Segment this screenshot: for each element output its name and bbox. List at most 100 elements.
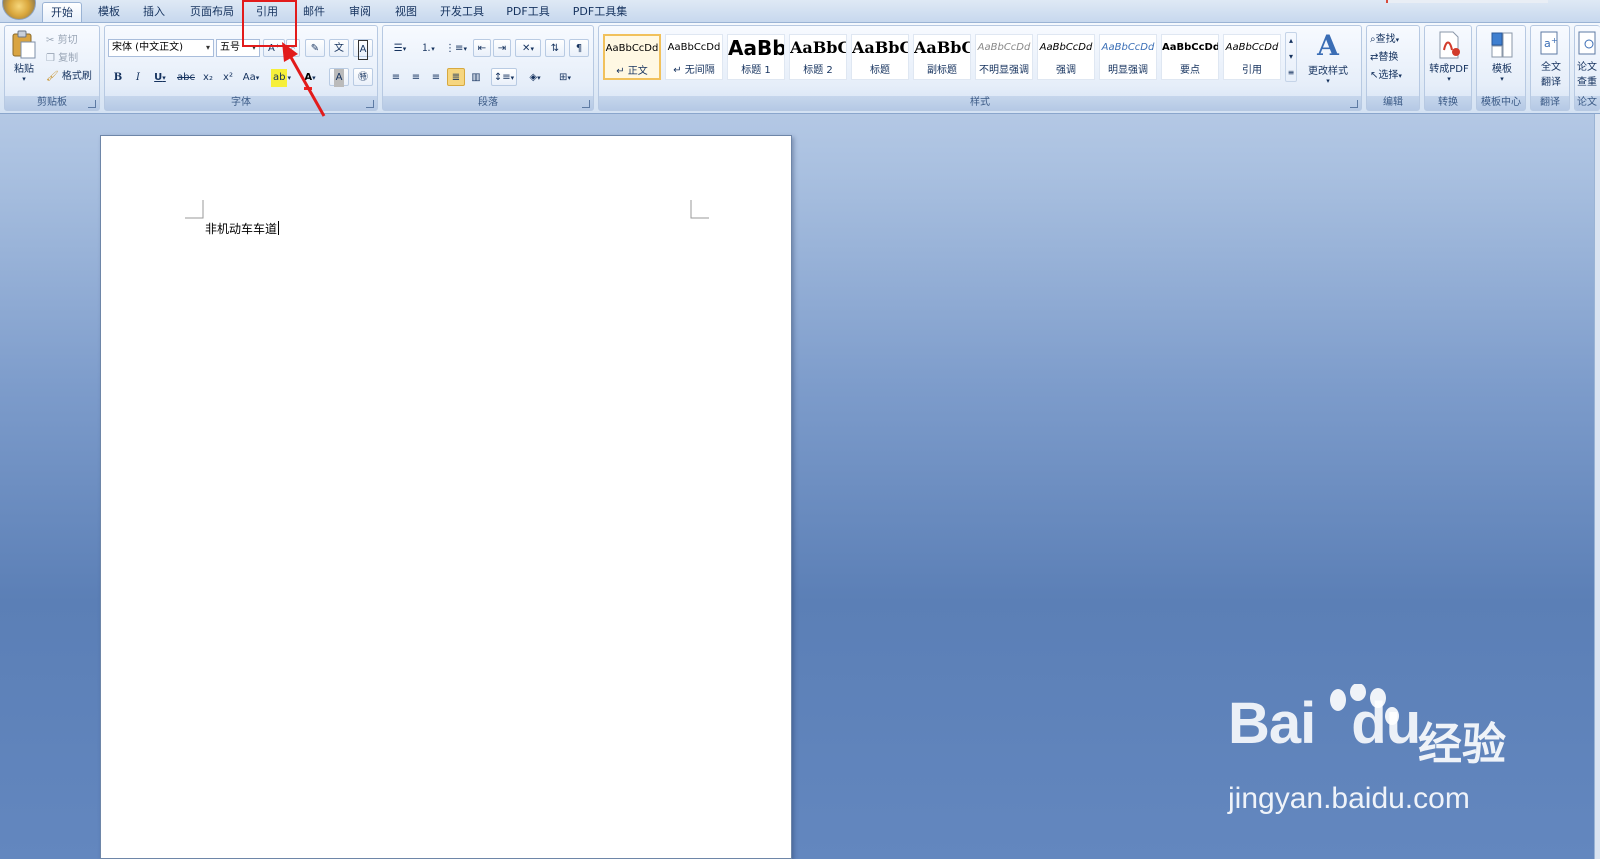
multilevel-list-button[interactable]: ⋮≡▾	[443, 39, 469, 57]
paper-check-button[interactable]: 论文 查重	[1577, 30, 1600, 88]
template-button[interactable]: 模板 ▾	[1479, 30, 1525, 83]
style-strong[interactable]: AaBbCcDd 要点	[1161, 34, 1219, 80]
baidu-watermark-jingyan: 经验	[1418, 719, 1506, 770]
line-spacing-button[interactable]: ↕≡▾	[491, 68, 517, 86]
tab-template[interactable]: 模板	[92, 2, 126, 22]
chevron-up-icon: ▴	[1288, 36, 1293, 45]
paper-label-line2: 查重	[1577, 77, 1597, 88]
document-body-text[interactable]: 非机动车车道	[205, 220, 280, 237]
copy-button[interactable]: ❐ 复制	[45, 49, 95, 67]
align-center-button[interactable]: ≡	[407, 68, 425, 86]
svg-text:a: a	[1544, 37, 1551, 50]
chinese-layout-button[interactable]: ✕▾	[515, 39, 541, 57]
select-button[interactable]: ↖选择▾	[1369, 66, 1419, 84]
cut-label: 剪切	[57, 35, 78, 46]
chevron-down-icon: ▾	[1288, 52, 1293, 61]
decrease-indent-button[interactable]: ⇤	[473, 39, 491, 57]
superscript-button[interactable]: x²	[219, 68, 237, 86]
tab-mailings[interactable]: 邮件	[297, 2, 331, 22]
font-size-value: 五号	[220, 42, 240, 53]
style-subtitle[interactable]: AaBbC 副标题	[913, 34, 971, 80]
distributed-button[interactable]: ▥	[467, 68, 485, 86]
paragraph-dialog-launcher[interactable]	[582, 100, 590, 108]
bullets-button[interactable]: ☰▾	[387, 39, 413, 57]
change-styles-button[interactable]: A 更改样式 ▾	[1299, 30, 1357, 86]
convert-to-pdf-label: 转成PDF	[1429, 64, 1469, 75]
strikethrough-icon: abc	[177, 72, 195, 83]
tab-view[interactable]: 视图	[389, 2, 423, 22]
style-name: 引用	[1242, 65, 1262, 76]
paste-button[interactable]: 粘贴 ▾	[9, 30, 39, 83]
cut-button[interactable]: ✂ 剪切	[45, 31, 95, 49]
clipboard-dialog-launcher[interactable]	[88, 100, 96, 108]
tab-review[interactable]: 审阅	[343, 2, 377, 22]
style-preview: AaBbCcDd	[1039, 42, 1093, 53]
tab-pdf-toolset[interactable]: PDF工具集	[568, 2, 632, 22]
change-case-icon: Aa	[242, 72, 256, 83]
vertical-scrollbar[interactable]	[1594, 114, 1600, 859]
title-strip	[1388, 0, 1548, 3]
distribute-icon: ▥	[471, 72, 481, 83]
group-label-template-center: 模板中心	[1477, 96, 1525, 110]
italic-button[interactable]: I	[129, 68, 147, 86]
document-page[interactable]: 非机动车车道	[100, 135, 792, 859]
style-quote[interactable]: AaBbCcDd 引用	[1223, 34, 1281, 80]
style-intense-emphasis[interactable]: AaBbCcDd 明显强调	[1099, 34, 1157, 80]
full-text-translate-button[interactable]: a + 全文 翻译	[1532, 30, 1570, 88]
group-styles: AaBbCcDd ↵ 正文 AaBbCcDd ↵ 无间隔 AaBb 标题 1 A…	[598, 25, 1362, 111]
tab-developer[interactable]: 开发工具	[436, 2, 488, 22]
font-dialog-launcher[interactable]	[366, 100, 374, 108]
select-label: 选择	[1378, 70, 1399, 81]
shading-button[interactable]: ◈▾	[521, 68, 549, 86]
strikethrough-button[interactable]: abc	[175, 68, 197, 86]
change-case-button[interactable]: Aa▾	[239, 68, 263, 86]
format-painter-button[interactable]: 🖌 格式刷	[45, 67, 99, 85]
style-name: 不明显强调	[979, 65, 1029, 76]
tab-home[interactable]: 开始	[42, 2, 82, 22]
style-preview: AaBbC	[914, 38, 971, 57]
sort-button[interactable]: ⇅	[545, 39, 565, 57]
subscript-button[interactable]: x₂	[199, 68, 217, 86]
style-no-spacing[interactable]: AaBbCcDd ↵ 无间隔	[665, 34, 723, 80]
style-name: 标题 2	[803, 65, 833, 76]
style-heading-1[interactable]: AaBb 标题 1	[727, 34, 785, 80]
style-name: ↵ 无间隔	[673, 65, 715, 76]
font-name-select[interactable]: 宋体 (中文正文) ▾	[108, 39, 214, 57]
underline-button[interactable]: U▾	[149, 68, 171, 86]
show-marks-button[interactable]: ¶	[569, 39, 589, 57]
style-subtle-emphasis[interactable]: AaBbCcDd 不明显强调	[975, 34, 1033, 80]
borders-button[interactable]: ⊞▾	[551, 68, 579, 86]
align-right-icon: ≡	[431, 72, 441, 83]
tab-page-layout[interactable]: 页面布局	[186, 2, 238, 22]
style-preview: AaBbCcDd	[605, 43, 659, 54]
style-name: 标题 1	[741, 65, 771, 76]
find-label: 查找	[1375, 34, 1396, 45]
style-heading-2[interactable]: AaBbC 标题 2	[789, 34, 847, 80]
style-title[interactable]: AaBbC 标题	[851, 34, 909, 80]
style-preview: AaBbCcDd	[1101, 42, 1155, 53]
increase-indent-button[interactable]: ⇥	[493, 39, 511, 57]
styles-gallery-scroll[interactable]: ▴ ▾ ≡	[1285, 32, 1297, 82]
tab-insert[interactable]: 插入	[137, 2, 171, 22]
style-preview: AaBbCcDd	[1162, 42, 1219, 53]
document-paragraph: 非机动车车道	[205, 222, 278, 236]
tab-pdf-tools[interactable]: PDF工具	[502, 2, 554, 22]
bold-button[interactable]: B	[109, 68, 127, 86]
indent-icon: ⇥	[497, 43, 507, 54]
styles-dialog-launcher[interactable]	[1350, 100, 1358, 108]
chevron-down-icon: ▾	[205, 43, 210, 52]
style-emphasis[interactable]: AaBbCcDd 强调	[1037, 34, 1095, 80]
office-button[interactable]	[2, 0, 36, 20]
enclose-characters-button[interactable]: ㊕	[353, 68, 373, 86]
numbering-button[interactable]: ⒈▾	[415, 39, 441, 57]
replace-button[interactable]: ⇄替换	[1369, 48, 1419, 66]
convert-to-pdf-button[interactable]: 转成PDF ▾	[1427, 30, 1471, 83]
align-right-button[interactable]: ≡	[427, 68, 445, 86]
justify-button[interactable]: ≣	[447, 68, 465, 86]
style-name: 要点	[1180, 65, 1200, 76]
character-border-button[interactable]: A	[353, 39, 373, 60]
find-button[interactable]: ⌕查找▾	[1369, 30, 1419, 48]
align-left-button[interactable]: ≡	[387, 68, 405, 86]
justify-icon: ≣	[451, 72, 461, 83]
style-normal[interactable]: AaBbCcDd ↵ 正文	[603, 34, 661, 80]
